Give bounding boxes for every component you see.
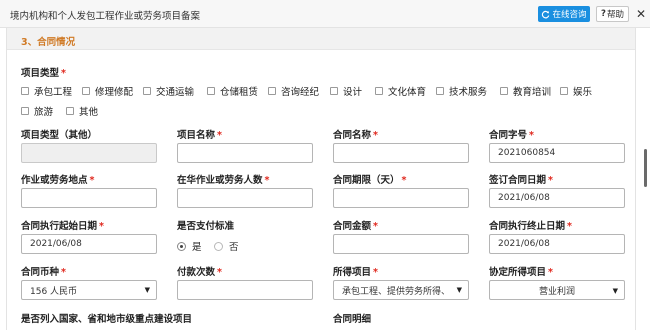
- checkbox-project-type[interactable]: 旅游: [21, 104, 53, 118]
- work-location-input[interactable]: [21, 188, 157, 208]
- checkbox-project-type[interactable]: 文化体育: [375, 84, 426, 98]
- currency-select[interactable]: 156 人民币 ▼: [21, 280, 157, 300]
- question-icon: ?: [601, 9, 606, 19]
- contract-amount-input[interactable]: [333, 234, 469, 254]
- checkbox-box[interactable]: [330, 87, 338, 95]
- sign-date-label: 签订合同日期 *: [489, 175, 553, 186]
- end-date-input[interactable]: 2021/06/08: [489, 234, 625, 254]
- income-item-select[interactable]: 承包工程、提供劳务所得、 ▼: [333, 280, 469, 300]
- agreed-income-select[interactable]: 营业利润 ▼: [489, 280, 625, 300]
- online-consult-label: 在线咨询: [552, 10, 587, 20]
- checkbox-project-type[interactable]: 咨询经纪: [268, 84, 319, 98]
- refresh-icon: [542, 10, 550, 18]
- project-type-other-input: [21, 143, 157, 163]
- project-name-input[interactable]: [177, 143, 313, 163]
- checkbox-box[interactable]: [207, 87, 215, 95]
- checkbox-project-type[interactable]: 其他: [66, 104, 98, 118]
- payment-count-input[interactable]: [177, 280, 313, 300]
- checkbox-box[interactable]: [436, 87, 444, 95]
- checkbox-project-type[interactable]: 承包工程: [21, 84, 72, 98]
- payment-standard-label: 是否支付标准: [177, 221, 235, 232]
- checkbox-project-type[interactable]: 教育培训: [500, 84, 551, 98]
- start-date-label: 合同执行起始日期 *: [21, 221, 104, 232]
- scrollbar[interactable]: [640, 28, 648, 330]
- checkbox-box[interactable]: [143, 87, 151, 95]
- section-header: 3、合同情况: [7, 28, 635, 50]
- radio-dot[interactable]: [214, 241, 223, 251]
- key-project-label: 是否列入国家、省和地市级重点建设项目: [21, 314, 193, 325]
- contract-no-label: 合同字号 *: [489, 130, 534, 141]
- checkbox-project-type[interactable]: 仓储租赁: [207, 84, 258, 98]
- workers-in-china-label: 在华作业或劳务人数 *: [177, 175, 270, 186]
- payment-standard-yes-radio[interactable]: 是: [177, 239, 202, 253]
- online-consult-button[interactable]: 在线咨询: [538, 6, 590, 22]
- checkbox-project-type[interactable]: 娱乐: [560, 84, 592, 98]
- dialog-titlebar: 境内机构和个人发包工程作业或劳务项目备案 在线咨询 ? 帮助 ✕: [0, 0, 650, 28]
- close-icon[interactable]: ✕: [634, 7, 648, 21]
- end-date-label: 合同执行终止日期 *: [489, 221, 572, 232]
- checkbox-box[interactable]: [500, 87, 508, 95]
- scrollbar-thumb[interactable]: [644, 149, 647, 187]
- section-title: 3、合同情况: [21, 37, 76, 48]
- contract-term-label: 合同期限（天） *: [333, 175, 407, 186]
- checkbox-box[interactable]: [560, 87, 568, 95]
- checkbox-project-type[interactable]: 技术服务: [436, 84, 487, 98]
- checkbox-box[interactable]: [82, 87, 90, 95]
- agreed-income-label: 协定所得项目 *: [489, 267, 553, 278]
- checkbox-box[interactable]: [21, 87, 29, 95]
- contract-name-label: 合同名称 *: [333, 130, 378, 141]
- checkbox-box[interactable]: [66, 107, 74, 115]
- contract-detail-label: 合同明细: [333, 314, 372, 325]
- checkbox-project-type[interactable]: 设计: [330, 84, 362, 98]
- checkbox-box[interactable]: [268, 87, 276, 95]
- chevron-down-icon: ▼: [612, 287, 618, 295]
- sign-date-input[interactable]: 2021/06/08: [489, 188, 625, 208]
- project-name-label: 项目名称 *: [177, 130, 222, 141]
- contract-term-input[interactable]: [333, 188, 469, 208]
- checkbox-box[interactable]: [21, 107, 29, 115]
- currency-label: 合同币种 *: [21, 267, 66, 278]
- help-button[interactable]: ? 帮助: [596, 6, 629, 22]
- project-type-label: 项目类型 *: [21, 68, 66, 79]
- checkbox-project-type[interactable]: 交通运输: [143, 84, 194, 98]
- work-location-label: 作业或劳务地点 *: [21, 175, 95, 186]
- dialog-title: 境内机构和个人发包工程作业或劳务项目备案: [10, 11, 201, 22]
- help-label: 帮助: [606, 10, 624, 20]
- income-item-label: 所得项目 *: [333, 267, 378, 278]
- contract-no-input[interactable]: 2021060854: [489, 143, 625, 163]
- chevron-down-icon: ▼: [456, 286, 462, 294]
- payment-count-label: 付款次数 *: [177, 267, 222, 278]
- checkbox-box[interactable]: [375, 87, 383, 95]
- radio-dot[interactable]: [177, 241, 186, 251]
- checkbox-project-type[interactable]: 修理修配: [82, 84, 133, 98]
- start-date-input[interactable]: 2021/06/08: [21, 234, 157, 254]
- workers-in-china-input[interactable]: [177, 188, 313, 208]
- project-type-other-label: 项目类型（其他）: [21, 130, 98, 141]
- contract-name-input[interactable]: [333, 143, 469, 163]
- chevron-down-icon: ▼: [144, 286, 150, 294]
- contract-amount-label: 合同金额 *: [333, 221, 378, 232]
- payment-standard-no-radio[interactable]: 否: [214, 239, 239, 253]
